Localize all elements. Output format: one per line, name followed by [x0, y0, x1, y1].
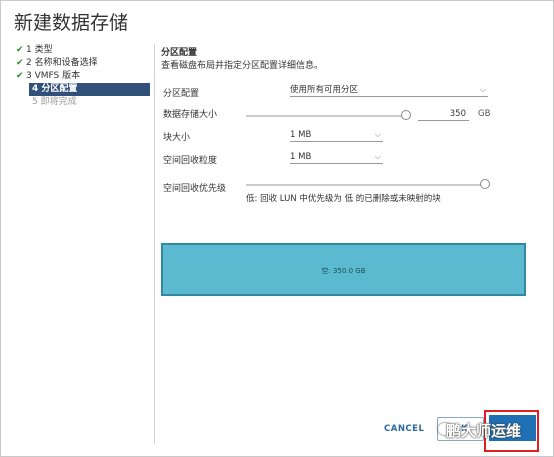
- step-label: 分区配置: [41, 84, 78, 94]
- check-icon: ✔: [16, 71, 24, 81]
- disk-layout-bar: 空: 350.0 GB: [161, 243, 526, 296]
- check-icon: ✔: [16, 45, 24, 55]
- partition-config-value: 使用所有可用分区: [290, 85, 359, 95]
- check-icon: ✔: [16, 58, 24, 68]
- step-num: 3: [26, 71, 32, 81]
- chevron-down-icon: ⌵: [374, 130, 381, 139]
- block-size-value: 1 MB: [290, 130, 312, 140]
- step-5: 5 即将完成: [29, 96, 150, 109]
- section-title: 分区配置: [161, 48, 198, 58]
- block-size-label: 块大小: [163, 133, 191, 143]
- block-size-select[interactable]: 1 MB ⌵: [290, 129, 383, 142]
- step-4-current[interactable]: 4 分区配置: [29, 83, 150, 96]
- step-label: 即将完成: [40, 97, 77, 107]
- reclaim-priority-label: 空间回收优先级: [163, 184, 227, 194]
- reclaim-priority-slider[interactable]: [246, 184, 486, 186]
- watermark: 鹏大师运维: [446, 422, 522, 440]
- datastore-size-input[interactable]: 350: [418, 108, 469, 121]
- reclaim-priority-slider-thumb[interactable]: [480, 179, 490, 189]
- datastore-size-label: 数据存储大小: [163, 110, 218, 120]
- section-description: 查看磁盘布局并指定分区配置详细信息。: [161, 61, 324, 71]
- disk-layout-label: 空: 350.0 GB: [321, 267, 366, 275]
- reclaim-granularity-label: 空间回收粒度: [163, 156, 218, 166]
- reclaim-granularity-value: 1 MB: [290, 152, 312, 162]
- wizard-steps: ✔ 1 类型 ✔ 2 名称和设备选择 ✔ 3 VMFS 版本 4 分区配置 5 即将完…: [16, 44, 150, 109]
- reclaim-priority-hint: 低: 回收 LUN 中优先级为 低 的已删除或未映射的块: [246, 194, 441, 204]
- datastore-size-unit: GB: [478, 109, 491, 119]
- partition-config-label: 分区配置: [163, 89, 200, 99]
- cancel-button[interactable]: CANCEL: [384, 424, 424, 434]
- step-num: 2: [26, 58, 32, 68]
- step-3[interactable]: ✔ 3 VMFS 版本: [16, 70, 150, 83]
- step-num: 4: [32, 84, 39, 94]
- step-num: 5: [32, 97, 38, 107]
- reclaim-granularity-select[interactable]: 1 MB ⌵: [290, 151, 383, 164]
- step-num: 1: [26, 45, 32, 55]
- datastore-size-slider[interactable]: [246, 115, 406, 117]
- step-label: 类型: [34, 45, 53, 55]
- chevron-down-icon: ⌵: [479, 85, 486, 94]
- datastore-size-slider-thumb[interactable]: [401, 110, 411, 120]
- step-label: VMFS 版本: [34, 71, 81, 81]
- step-1[interactable]: ✔ 1 类型: [16, 44, 150, 57]
- partition-config-select[interactable]: 使用所有可用分区 ⌵: [290, 84, 488, 97]
- chevron-down-icon: ⌵: [374, 152, 381, 161]
- step-label: 名称和设备选择: [34, 58, 98, 68]
- step-2[interactable]: ✔ 2 名称和设备选择: [16, 57, 150, 70]
- divider: [154, 44, 155, 444]
- dialog-title: 新建数据存储: [14, 12, 129, 34]
